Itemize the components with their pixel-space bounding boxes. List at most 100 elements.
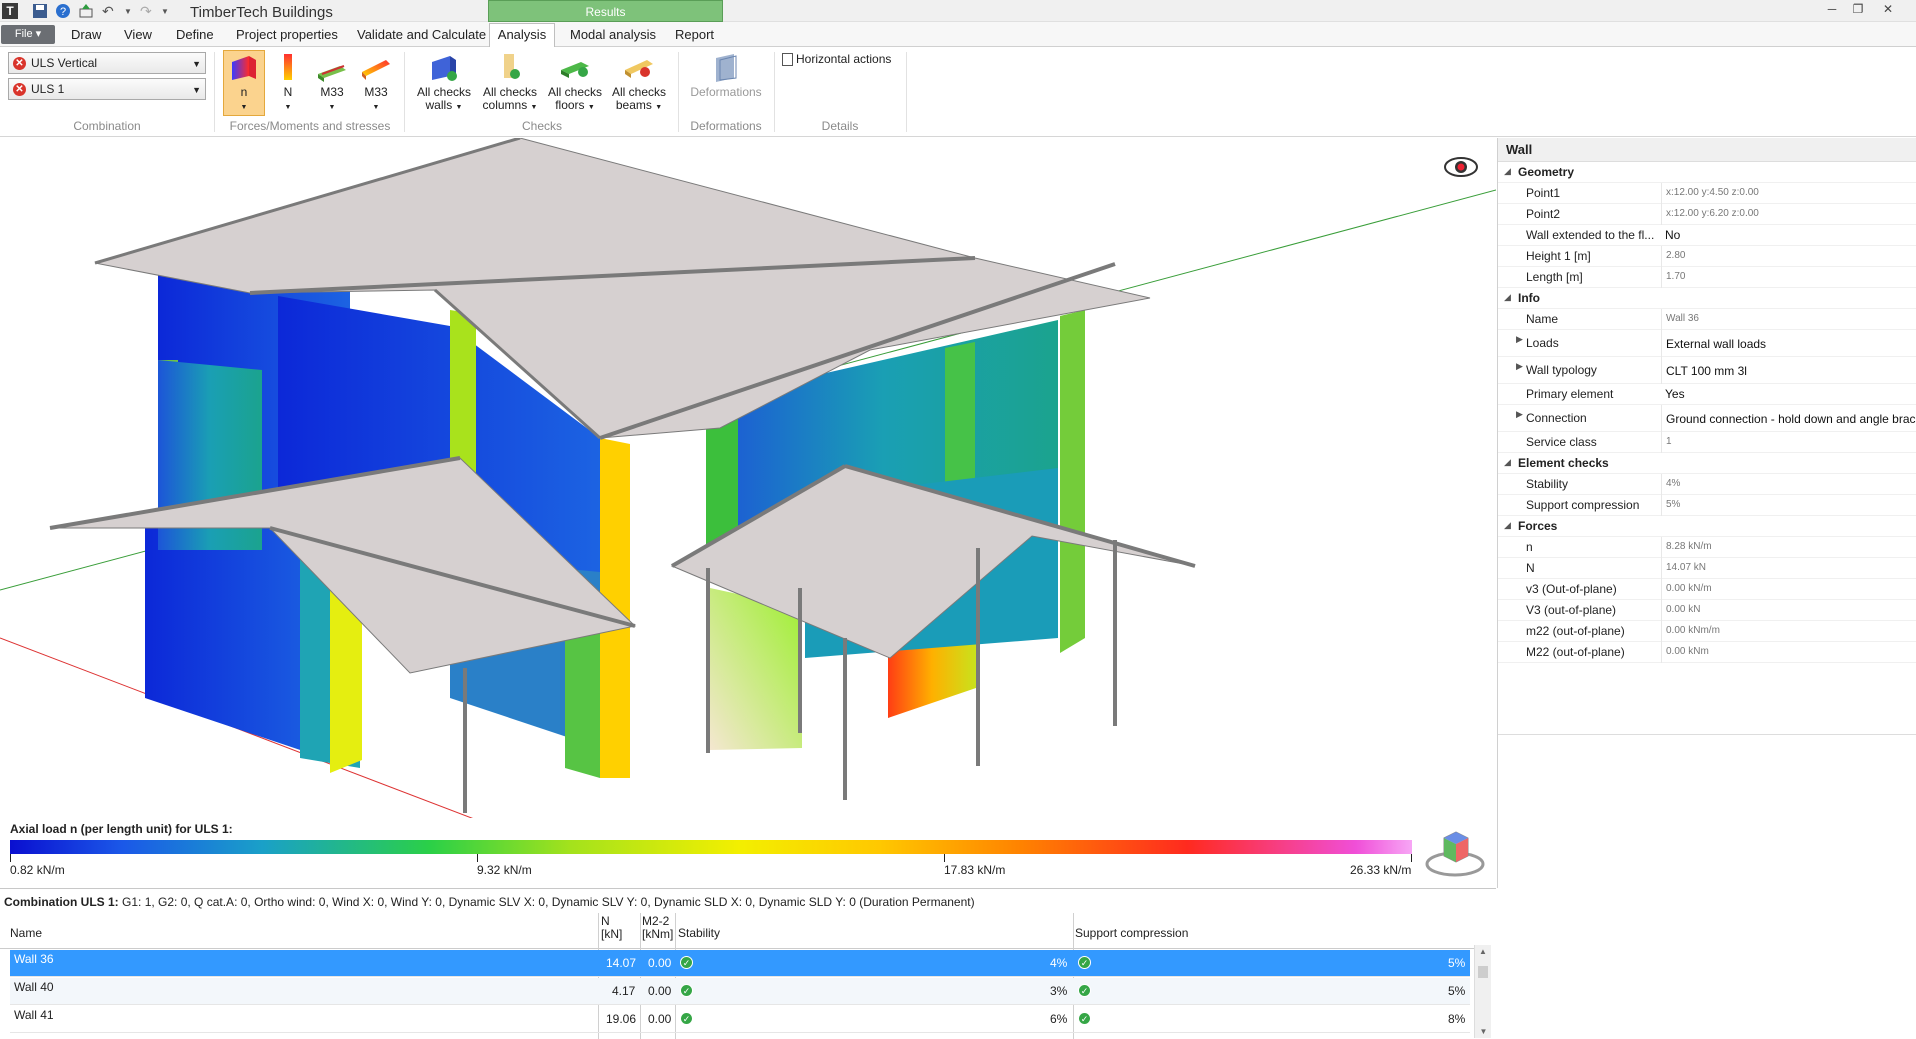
prop-row[interactable]: Name Wall 36 xyxy=(1498,309,1916,330)
check-ok-icon: ✓ xyxy=(680,956,693,969)
undo-icon[interactable]: ↶ xyxy=(102,3,118,19)
combination-select[interactable]: ✕ ULS Vertical ▼ xyxy=(8,52,206,74)
collapse-icon[interactable]: ◢ xyxy=(1504,457,1511,468)
m33-moment-button[interactable]: M33 ▼ xyxy=(314,52,350,114)
col-header-m22[interactable]: M2-2 [kNm] xyxy=(642,915,673,941)
legend-value: 9.32 kN/m xyxy=(477,863,532,877)
prop-row[interactable]: Wall extended to the fl... No xyxy=(1498,225,1916,246)
prop-row[interactable]: Height 1 [m] 2.80 xyxy=(1498,246,1916,267)
beam-check-icon xyxy=(625,60,653,78)
chevron-down-icon: ▼ xyxy=(192,85,201,95)
collapse-icon[interactable]: ◢ xyxy=(1504,520,1511,531)
row-n: 4.17 xyxy=(612,984,636,998)
n-force-button[interactable]: n ▼ xyxy=(225,52,263,114)
prop-row[interactable]: ▶ Connection Ground connection - hold down… xyxy=(1498,405,1916,432)
file-menu-button[interactable]: File ▾ xyxy=(1,25,55,44)
tab-modal-analysis[interactable]: Modal analysis xyxy=(570,27,656,42)
prop-row[interactable]: Primary element Yes xyxy=(1498,384,1916,405)
scroll-up-icon[interactable]: ▲ xyxy=(1475,947,1491,956)
tab-view[interactable]: View xyxy=(124,27,152,42)
tab-analysis[interactable]: Analysis xyxy=(489,23,555,48)
tab-report[interactable]: Report xyxy=(675,27,714,42)
collapse-icon[interactable]: ◢ xyxy=(1504,292,1511,303)
row-m: 0.00 xyxy=(648,1012,672,1026)
prop-row[interactable]: Length [m] 1.70 xyxy=(1498,267,1916,288)
deformations-button[interactable]: Deformations xyxy=(684,52,768,99)
scroll-down-icon[interactable]: ▼ xyxy=(1475,1027,1492,1036)
section-element-checks[interactable]: ◢ Element checks xyxy=(1498,453,1916,474)
table-row[interactable]: Wall 36 14.07 0.00 ✓ 4% ✓ 5% xyxy=(10,950,1470,977)
redo-icon[interactable]: ↷ xyxy=(140,3,156,19)
section-forces[interactable]: ◢ Forces xyxy=(1498,516,1916,537)
legend-value: 17.83 kN/m xyxy=(944,863,1006,877)
prop-row[interactable]: ▶ Wall typology CLT 100 mm 3l xyxy=(1498,357,1916,384)
undo-dropdown-icon[interactable]: ▼ xyxy=(124,7,140,23)
prop-row[interactable]: n 8.28 kN/m xyxy=(1498,537,1916,558)
prop-row[interactable]: v3 (Out-of-plane) 0.00 kN/m xyxy=(1498,579,1916,600)
check-ok-icon: ✓ xyxy=(680,984,693,997)
properties-footer-divider xyxy=(1498,734,1916,735)
prop-row[interactable]: M22 (out-of-plane) 0.00 kNm xyxy=(1498,642,1916,663)
wall-lower-right-green[interactable] xyxy=(565,618,600,778)
all-checks-floors-button[interactable]: All checks floors ▼ xyxy=(544,52,606,114)
prop-row[interactable]: Service class 1 xyxy=(1498,432,1916,453)
prop-row[interactable]: Stability 4% xyxy=(1498,474,1916,495)
row-n: 19.06 xyxy=(606,1012,637,1026)
load-case-select[interactable]: ✕ ULS 1 ▼ xyxy=(8,78,206,100)
tab-project-properties[interactable]: Project properties xyxy=(236,27,338,42)
collapse-icon[interactable]: ◢ xyxy=(1504,166,1511,177)
minimize-icon[interactable]: ─ xyxy=(1820,2,1844,18)
group-divider xyxy=(906,52,907,132)
tab-validate-calculate[interactable]: Validate and Calculate xyxy=(357,27,486,42)
tab-draw[interactable]: Draw xyxy=(71,27,101,42)
col-header-stability[interactable]: Stability xyxy=(678,927,720,940)
save-icon[interactable] xyxy=(32,3,48,19)
3d-viewport[interactable]: Axial load n (per length unit) for ULS 1… xyxy=(0,138,1496,888)
all-checks-walls-button[interactable]: All checks walls ▼ xyxy=(412,52,476,114)
col-header-name[interactable]: Name xyxy=(10,927,42,940)
expand-icon[interactable]: ▶ xyxy=(1516,409,1523,420)
prop-row[interactable]: Point1 x:12.00 y:4.50 z:0.00 xyxy=(1498,183,1916,204)
table-row[interactable]: Wall 40 4.17 0.00 ✓ 3% ✓ 5% xyxy=(10,978,1470,1005)
row-support: 5% xyxy=(1448,984,1466,998)
all-checks-columns-button[interactable]: All checks columns ▼ xyxy=(478,52,542,114)
expand-icon[interactable]: ▶ xyxy=(1516,334,1523,345)
m33-stress-button[interactable]: M33 ▼ xyxy=(358,52,394,114)
legend-tick xyxy=(944,854,945,862)
expand-icon[interactable]: ▶ xyxy=(1516,361,1523,372)
prop-row[interactable]: m22 (out-of-plane) 0.00 kNm/m xyxy=(1498,621,1916,642)
scroll-thumb[interactable] xyxy=(1478,966,1488,978)
view-cube-icon[interactable] xyxy=(1424,828,1486,878)
group-divider xyxy=(214,52,215,132)
prop-row[interactable]: ▶ Loads External wall loads xyxy=(1498,330,1916,357)
results-scrollbar[interactable]: ▲ ▼ xyxy=(1474,945,1491,1038)
results-context-tab: Results xyxy=(488,0,723,22)
prop-row[interactable]: Support compression 5% xyxy=(1498,495,1916,516)
prop-row[interactable]: N 14.07 kN xyxy=(1498,558,1916,579)
check-ok-icon: ✓ xyxy=(1078,1012,1091,1025)
prop-row[interactable]: V3 (out-of-plane) 0.00 kN xyxy=(1498,600,1916,621)
section-info[interactable]: ◢ Info xyxy=(1498,288,1916,309)
horizontal-actions-button[interactable]: Horizontal actions xyxy=(782,53,902,67)
prop-row[interactable]: Point2 x:12.00 y:6.20 z:0.00 xyxy=(1498,204,1916,225)
export-icon[interactable] xyxy=(78,3,94,19)
title-bar: T ? ↶ ▼ ↷ ▼ TimberTech Buildings Results… xyxy=(0,0,1916,22)
restore-icon[interactable]: ❐ xyxy=(1846,2,1870,18)
building-model[interactable] xyxy=(0,138,1496,818)
redo-dropdown-icon[interactable]: ▼ xyxy=(161,7,177,23)
table-row[interactable]: Wall 41 19.06 0.00 ✓ 6% ✓ 8% xyxy=(10,1006,1470,1033)
wall-upper-right-green2[interactable] xyxy=(945,342,975,500)
row-m: 0.00 xyxy=(648,984,672,998)
close-icon[interactable]: ✕ xyxy=(1876,2,1900,18)
tab-define[interactable]: Define xyxy=(176,27,214,42)
group-divider xyxy=(404,52,405,132)
section-geometry[interactable]: ◢ Geometry xyxy=(1498,162,1916,183)
column-check-icon xyxy=(504,54,520,79)
visibility-icon[interactable] xyxy=(1444,156,1478,178)
wall-upper-right-green[interactable] xyxy=(1060,310,1085,653)
col-header-n[interactable]: N [kN] xyxy=(601,915,622,941)
help-icon[interactable]: ? xyxy=(55,3,71,19)
axial-force-button[interactable]: N ▼ xyxy=(275,52,301,114)
all-checks-beams-button[interactable]: All checks beams ▼ xyxy=(608,52,670,114)
col-header-support[interactable]: Support compression xyxy=(1075,927,1188,940)
